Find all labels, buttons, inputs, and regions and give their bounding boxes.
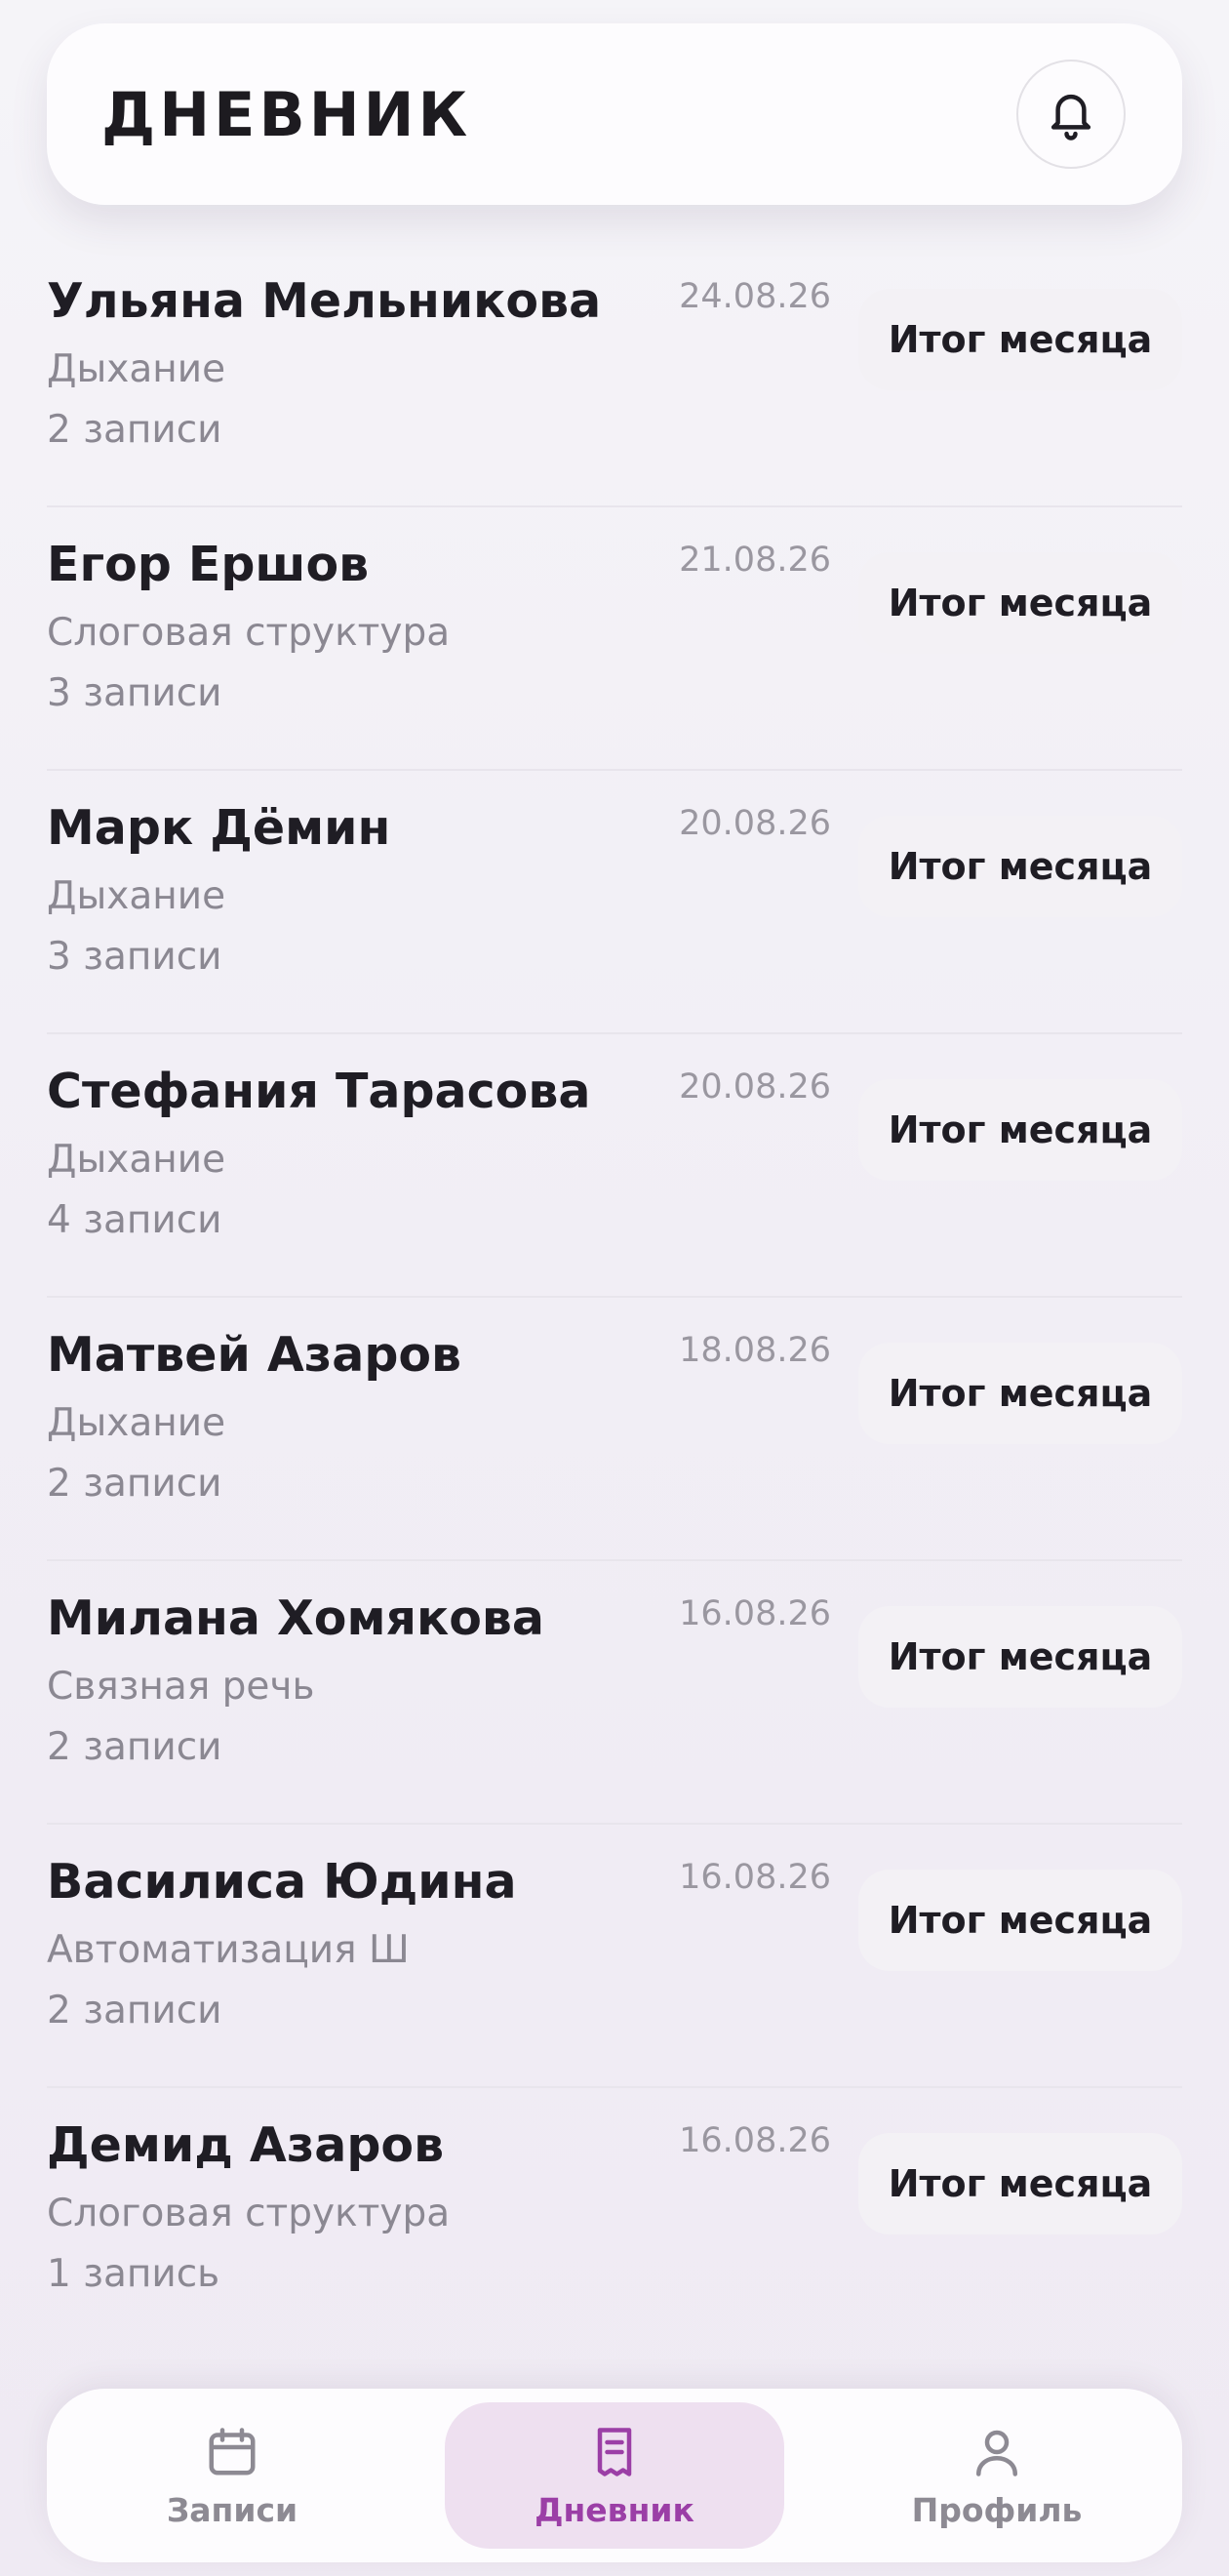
list-item[interactable]: Егор Ершов 21.08.26 Слоговая структура 3… <box>47 507 1182 771</box>
entry-count: 1 запись <box>47 2252 220 2296</box>
entry-date: 18.08.26 <box>679 1331 831 1370</box>
entry-count: 2 записи <box>47 1989 222 2033</box>
bell-icon <box>1051 94 1091 141</box>
entry-date: 16.08.26 <box>679 1858 831 1897</box>
tab-label: Профиль <box>911 2490 1083 2529</box>
child-name: Матвей Азаров <box>47 1327 462 1383</box>
tab-label: Дневник <box>535 2490 694 2529</box>
list-item[interactable]: Матвей Азаров 18.08.26 Дыхание 2 записи … <box>47 1298 1182 1561</box>
list-item[interactable]: Ульяна Мельникова 24.08.26 Дыхание 2 зап… <box>47 244 1182 507</box>
journal-icon <box>597 2427 632 2476</box>
entry-topic: Слоговая структура <box>47 2192 451 2235</box>
diary-list: Ульяна Мельникова 24.08.26 Дыхание 2 зап… <box>47 244 1182 2352</box>
tab-diary[interactable]: Дневник <box>445 2402 784 2549</box>
entry-date: 20.08.26 <box>679 1067 831 1107</box>
child-name: Марк Дёмин <box>47 800 391 856</box>
entry-date: 20.08.26 <box>679 804 831 843</box>
entry-topic: Слоговая структура <box>47 611 451 655</box>
entry-topic: Дыхание <box>47 874 226 918</box>
month-summary-button[interactable]: Итог месяца <box>858 1343 1182 1444</box>
entry-count: 3 записи <box>47 671 222 715</box>
child-name: Егор Ершов <box>47 537 370 592</box>
entry-topic: Дыхание <box>47 1138 226 1182</box>
child-name: Ульяна Мельникова <box>47 273 602 329</box>
entry-count: 4 записи <box>47 1198 222 1242</box>
tab-profile[interactable]: Профиль <box>827 2402 1167 2549</box>
calendar-icon <box>209 2427 256 2475</box>
entry-date: 24.08.26 <box>679 277 831 316</box>
entry-topic: Дыхание <box>47 347 226 391</box>
list-item[interactable]: Милана Хомякова 16.08.26 Связная речь 2 … <box>47 1561 1182 1825</box>
list-item[interactable]: Марк Дёмин 20.08.26 Дыхание 3 записи Ито… <box>47 771 1182 1034</box>
entry-count: 3 записи <box>47 935 222 979</box>
child-name: Василиса Юдина <box>47 1854 517 1910</box>
entry-date: 16.08.26 <box>679 2121 831 2160</box>
app-header: ДНЕВНИК <box>47 23 1182 205</box>
entry-count: 2 записи <box>47 1725 222 1769</box>
child-name: Демид Азаров <box>47 2117 445 2173</box>
month-summary-button[interactable]: Итог месяца <box>858 289 1182 390</box>
notifications-button[interactable] <box>1016 60 1126 169</box>
month-summary-button[interactable]: Итог месяца <box>858 1606 1182 1708</box>
entry-topic: Дыхание <box>47 1401 226 1445</box>
list-item[interactable]: Стефания Тарасова 20.08.26 Дыхание 4 зап… <box>47 1034 1182 1298</box>
month-summary-button[interactable]: Итог месяца <box>858 2133 1182 2234</box>
entry-date: 16.08.26 <box>679 1594 831 1633</box>
user-icon <box>976 2430 1017 2476</box>
entry-topic: Автоматизация Ш <box>47 1928 410 1972</box>
month-summary-button[interactable]: Итог месяца <box>858 1870 1182 1971</box>
tab-records[interactable]: Записи <box>62 2402 402 2549</box>
list-item[interactable]: Демид Азаров 16.08.26 Слоговая структура… <box>47 2088 1182 2352</box>
tab-label: Записи <box>166 2490 298 2529</box>
month-summary-button[interactable]: Итог месяца <box>858 816 1182 917</box>
page-title: ДНЕВНИК <box>101 78 472 150</box>
entry-date: 21.08.26 <box>679 541 831 580</box>
month-summary-button[interactable]: Итог месяца <box>858 552 1182 654</box>
child-name: Милана Хомякова <box>47 1590 544 1646</box>
entry-topic: Связная речь <box>47 1665 315 1709</box>
list-item[interactable]: Василиса Юдина 16.08.26 Автоматизация Ш … <box>47 1825 1182 2088</box>
child-name: Стефания Тарасова <box>47 1064 591 1119</box>
entry-count: 2 записи <box>47 1462 222 1506</box>
entry-count: 2 записи <box>47 408 222 452</box>
bottom-tab-bar: Записи Дневник Профиль <box>47 2389 1182 2562</box>
diary-screen: ДНЕВНИК Ульяна Мельникова 24.08.26 Дыхан… <box>0 0 1229 2576</box>
month-summary-button[interactable]: Итог месяца <box>858 1079 1182 1181</box>
